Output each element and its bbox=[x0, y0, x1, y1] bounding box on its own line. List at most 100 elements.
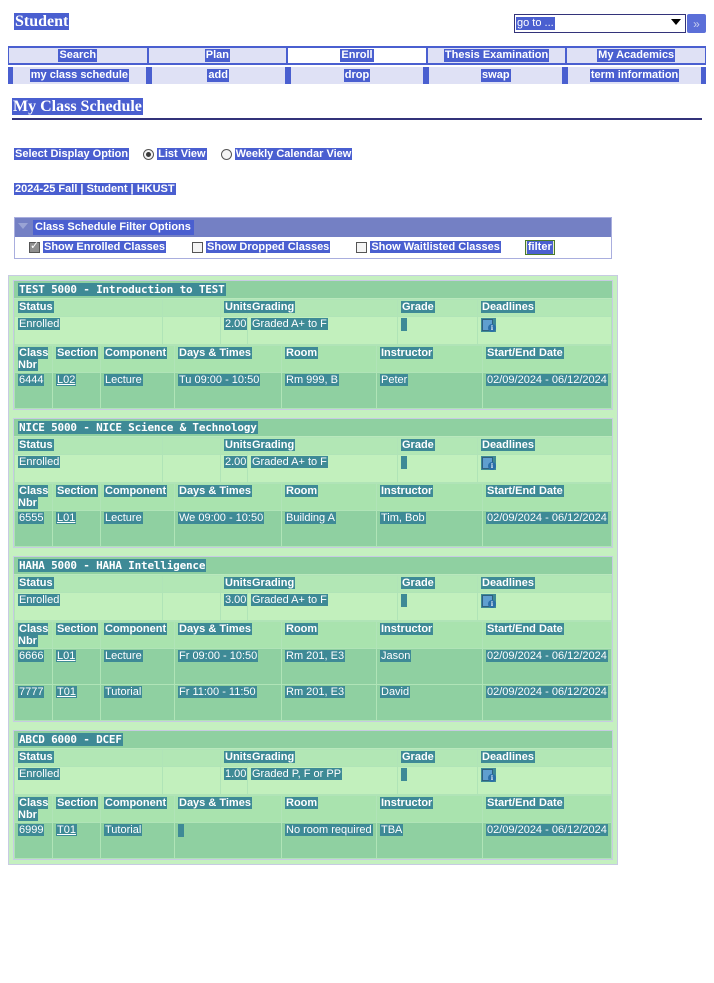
cell-status: Enrolled bbox=[14, 454, 163, 484]
radio-list-view[interactable]: List View bbox=[143, 148, 207, 161]
tab-search[interactable]: Search bbox=[9, 48, 147, 63]
cell-status: Enrolled bbox=[14, 766, 163, 796]
cell-section[interactable]: L02 bbox=[52, 372, 101, 410]
subtab-add[interactable]: add bbox=[148, 67, 288, 84]
page-title-text: My Class Schedule bbox=[12, 98, 143, 115]
cell-deadlines[interactable] bbox=[477, 316, 612, 346]
tab-thesis-examination[interactable]: Thesis Examination bbox=[427, 48, 566, 63]
cell-section[interactable]: L01 bbox=[52, 648, 101, 686]
checkbox-show-waitlisted-classes-input[interactable] bbox=[356, 242, 368, 254]
cell-room: Building A bbox=[281, 510, 377, 548]
cell-section[interactable]: T01 bbox=[52, 684, 101, 722]
subtab-term-information[interactable]: term information bbox=[565, 67, 701, 84]
term-context-line: 2024-25 Fall | Student | HKUST bbox=[14, 183, 714, 196]
cell-class-nbr: 6555 bbox=[14, 510, 53, 548]
col-days-times: Days & Times bbox=[174, 345, 282, 374]
cell-section[interactable]: L01 bbox=[52, 510, 101, 548]
page-title: My Class Schedule bbox=[12, 98, 143, 115]
tab-my-academics[interactable]: My Academics bbox=[567, 48, 705, 63]
section-link[interactable]: T01 bbox=[56, 824, 77, 837]
checkbox-show-enrolled-classes[interactable]: Show Enrolled Classes bbox=[29, 240, 167, 254]
filter-button[interactable]: filter bbox=[524, 240, 555, 256]
radio-weekly-calendar-view[interactable]: Weekly Calendar View bbox=[220, 148, 353, 161]
grade-empty-marker bbox=[401, 768, 407, 782]
cell-days-times: Tu 09:00 - 10:50 bbox=[174, 372, 282, 410]
col-start-end-date: Start/End Date bbox=[482, 621, 612, 650]
tab-plan-label: Plan bbox=[204, 49, 230, 62]
tab-enroll[interactable]: Enroll bbox=[288, 48, 426, 63]
subtab-swap-label: swap bbox=[481, 69, 511, 82]
status-header-row: Status Units Grading Grade Deadlines bbox=[14, 437, 612, 456]
subtab-add-label: add bbox=[207, 69, 229, 82]
course-status-table: Status Units Grading Grade Deadlines Enr… bbox=[14, 749, 612, 796]
goto-select[interactable]: go to ... bbox=[514, 14, 686, 33]
secondary-nav: my class schedule add drop swap term inf… bbox=[8, 67, 706, 84]
radio-list-view-input[interactable] bbox=[143, 148, 155, 160]
deadlines-calendar-icon[interactable] bbox=[481, 768, 496, 783]
cell-grading: Graded A+ to F bbox=[247, 316, 398, 346]
radio-list-view-label: List View bbox=[157, 148, 207, 161]
collapse-triangle-icon[interactable] bbox=[18, 223, 28, 230]
course-block: NICE 5000 - NICE Science & Technology St… bbox=[13, 418, 613, 549]
days-times-empty-marker bbox=[178, 824, 184, 838]
col-room: Room bbox=[281, 795, 377, 824]
cell-start-end-date: 02/09/2024 - 06/12/2024 bbox=[482, 648, 612, 686]
cell-instructor: David bbox=[376, 684, 483, 722]
section-link[interactable]: T01 bbox=[56, 686, 77, 699]
checkbox-show-dropped-classes[interactable]: Show Dropped Classes bbox=[192, 241, 331, 254]
col-grade: Grade bbox=[397, 299, 478, 318]
subtab-my-class-schedule[interactable]: my class schedule bbox=[13, 67, 149, 84]
cell-start-end-date: 02/09/2024 - 06/12/2024 bbox=[482, 822, 612, 860]
checkbox-show-dropped-classes-label: Show Dropped Classes bbox=[206, 241, 331, 254]
goto-go-button[interactable]: » bbox=[687, 14, 706, 33]
cell-deadlines[interactable] bbox=[477, 592, 612, 622]
display-option-label: Select Display Option bbox=[14, 148, 130, 161]
col-grade: Grade bbox=[397, 749, 478, 768]
col-units: Units bbox=[220, 299, 254, 318]
checkbox-show-waitlisted-classes[interactable]: Show Waitlisted Classes bbox=[356, 241, 501, 254]
cell-units: 2.00 bbox=[220, 454, 248, 484]
deadlines-calendar-icon[interactable] bbox=[481, 594, 496, 609]
cell-days-times bbox=[174, 822, 282, 860]
section-link[interactable]: L02 bbox=[56, 374, 77, 387]
subtab-swap[interactable]: swap bbox=[426, 67, 566, 84]
checkbox-show-enrolled-classes-input[interactable] bbox=[29, 240, 40, 254]
goto-select-value: go to ... bbox=[516, 17, 555, 30]
col-days-times: Days & Times bbox=[174, 795, 282, 824]
cell-component: Lecture bbox=[100, 510, 175, 548]
col-class-nbr: Class Nbr bbox=[14, 795, 53, 824]
cell-grading: Graded P, F or PP bbox=[247, 766, 398, 796]
display-option-row: Select Display Option List View Weekly C… bbox=[14, 146, 714, 162]
section-link[interactable]: L01 bbox=[56, 650, 77, 663]
col-spacer bbox=[162, 575, 221, 594]
subtab-drop[interactable]: drop bbox=[287, 67, 427, 84]
checkbox-show-dropped-classes-input[interactable] bbox=[192, 242, 204, 254]
radio-weekly-calendar-view-input[interactable] bbox=[220, 148, 232, 160]
deadlines-calendar-icon[interactable] bbox=[481, 456, 496, 471]
tab-plan[interactable]: Plan bbox=[148, 48, 287, 63]
cell-start-end-date: 02/09/2024 - 06/12/2024 bbox=[482, 510, 612, 548]
deadlines-calendar-icon[interactable] bbox=[481, 318, 496, 333]
cell-grading: Graded A+ to F bbox=[247, 592, 398, 622]
filter-panel-header[interactable]: Class Schedule Filter Options bbox=[15, 218, 611, 238]
course-block: ABCD 6000 - DCEF Status Units Grading Gr… bbox=[13, 730, 613, 861]
col-component: Component bbox=[100, 795, 175, 824]
status-data-row: Enrolled 2.00 Graded A+ to F bbox=[14, 316, 612, 346]
checkbox-show-enrolled-classes-label: Show Enrolled Classes bbox=[43, 241, 167, 254]
meeting-header-row: Class Nbr Section Component Days & Times… bbox=[14, 795, 612, 824]
col-instructor: Instructor bbox=[376, 345, 483, 374]
course-title-text: HAHA 5000 - HAHA Intelligence bbox=[18, 559, 207, 573]
course-status-table: Status Units Grading Grade Deadlines Enr… bbox=[14, 575, 612, 622]
tab-my-academics-label: My Academics bbox=[597, 49, 676, 62]
course-title-text: ABCD 6000 - DCEF bbox=[18, 733, 123, 747]
col-units: Units bbox=[220, 749, 254, 768]
cell-class-nbr: 6666 bbox=[14, 648, 53, 686]
cell-section[interactable]: T01 bbox=[52, 822, 101, 860]
course-block: TEST 5000 - Introduction to TEST Status … bbox=[13, 280, 613, 411]
cell-deadlines[interactable] bbox=[477, 766, 612, 796]
cell-room: Rm 201, E3 bbox=[281, 648, 377, 686]
cell-units: 1.00 bbox=[220, 766, 248, 796]
section-link[interactable]: L01 bbox=[56, 512, 77, 525]
cell-deadlines[interactable] bbox=[477, 454, 612, 484]
status-data-row: Enrolled 3.00 Graded A+ to F bbox=[14, 592, 612, 622]
